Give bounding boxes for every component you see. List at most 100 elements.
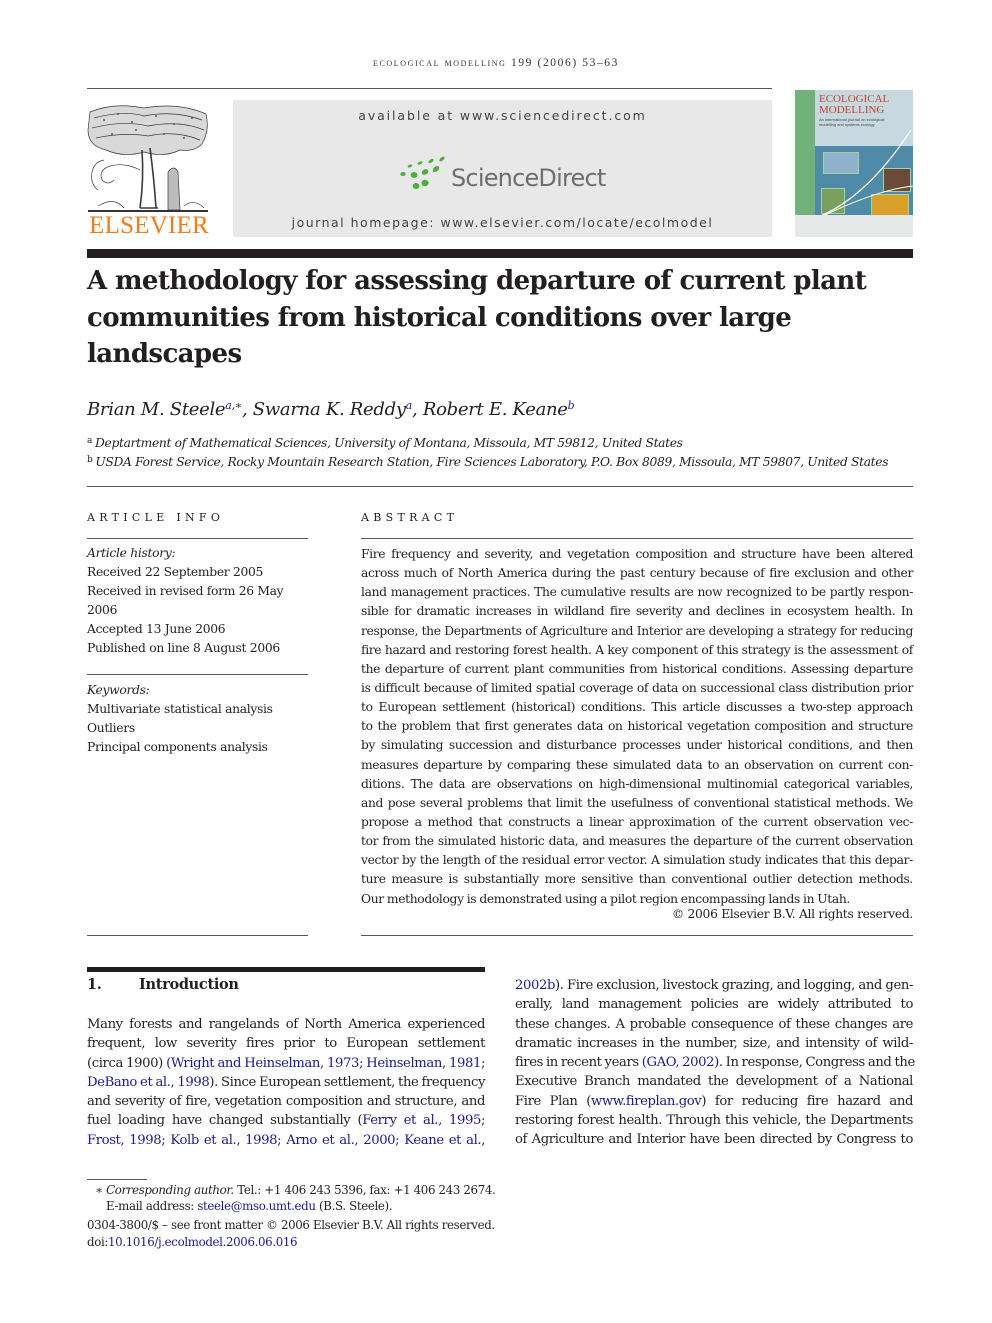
corresponding-mark[interactable]: ∗: [235, 399, 242, 412]
text-run: erally, land management policies are wid…: [515, 997, 913, 1013]
paragraph-line: Fire Plan (www.fireplan.gov) for reducin…: [515, 1092, 913, 1111]
text-run: ). Fire exclusion, livestock grazing, an…: [555, 978, 913, 993]
article-info-heading: ARTICLE INFO: [87, 511, 225, 524]
paragraph-line: (circa 1900) (Wright and Heinselman, 197…: [87, 1054, 485, 1073]
paragraph-line: of Agriculture and Interior have been di…: [515, 1130, 913, 1149]
text-run: these changes. A probable consequence of…: [515, 1016, 913, 1032]
text-run: . In response, Congress and the: [718, 1055, 915, 1070]
text-run: ). Since European settlement, the freque…: [209, 1074, 486, 1090]
text-run: fires in recent years: [515, 1055, 642, 1070]
abstract-line: to European settlement (historical) cond…: [361, 700, 913, 715]
text-run: Many forests and rangelands of North Ame…: [87, 1017, 485, 1032]
author-name[interactable]: Robert E. Keane: [423, 399, 568, 420]
cover-footer: [795, 215, 913, 237]
abstract-line: is difficult because of limited spatial …: [361, 680, 913, 695]
email-link[interactable]: steele@mso.umt.edu: [197, 1199, 316, 1213]
history-item: Received 22 September 2005: [87, 565, 264, 579]
text-run: Executive Branch mandated the developmen…: [515, 1074, 913, 1090]
article-history-label: Article history:: [87, 546, 176, 560]
paragraph-line: dramatic increases in the number, size, …: [515, 1034, 913, 1053]
citation-link[interactable]: www.fireplan.gov: [591, 1094, 702, 1109]
abstract-line: Fire frequency and severity, and vegetat…: [361, 547, 913, 561]
section-title: Introduction: [139, 976, 239, 993]
abstract-line: and pose several problems that limit the…: [361, 795, 913, 810]
citation-link[interactable]: Frost, 1998; Kolb et al., 1998; Arno et …: [87, 1133, 485, 1148]
history-item: Received in revised form 26 May: [87, 584, 284, 598]
author-list: Brian M. Steelea,∗, Swarna K. Reddya, Ro…: [87, 399, 575, 420]
text-run: of Agriculture and Interior have been di…: [515, 1132, 913, 1147]
keyword: Principal components analysis: [87, 740, 268, 754]
affiliation-mark[interactable]: a,: [225, 399, 235, 412]
history-item: 2006: [87, 603, 118, 617]
keyword: Multivariate statistical analysis: [87, 702, 273, 716]
keywords-label: Keywords:: [87, 683, 150, 697]
journal-cover-image: ECOLOGICAL MODELLING An international jo…: [795, 90, 913, 237]
abstract-line: response, the Departments of Agriculture…: [361, 623, 913, 638]
abstract-heading: ABSTRACT: [361, 511, 459, 524]
abstract-line: ditions. The data are observations on hi…: [361, 776, 913, 791]
article-title: A methodology for assessing departure of…: [87, 266, 867, 369]
affiliation-mark[interactable]: b: [568, 399, 575, 412]
paragraph-line: fires in recent years (GAO, 2002). In re…: [515, 1053, 915, 1072]
citation-link[interactable]: Ferry et al., 1995;: [362, 1113, 485, 1128]
doi-link[interactable]: 10.1016/j.ecolmodel.2006.06.016: [108, 1235, 298, 1249]
cover-title: ECOLOGICAL MODELLING: [819, 93, 890, 116]
abstract-line: sible for dramatic increases in wildland…: [361, 604, 913, 619]
paragraph-line: 2002b). Fire exclusion, livestock grazin…: [515, 976, 913, 995]
sciencedirect-wordmark: ScienceDirect: [451, 164, 606, 192]
cover-curves: [815, 130, 913, 220]
paragraph-line: DeBano et al., 1998). Since European set…: [87, 1073, 485, 1092]
elsevier-wordmark: ELSEVIER: [89, 212, 209, 239]
abstract-bottom-rule: [361, 935, 913, 936]
abstract-line: tor from the simulated historic data, an…: [361, 834, 913, 849]
text-run: frequent, low severity fires prior to Eu…: [87, 1036, 485, 1052]
text-run: (circa 1900): [87, 1055, 167, 1071]
abstract-line: fire hazard and restoring forest health.…: [361, 642, 913, 657]
keyword: Outliers: [87, 721, 135, 735]
cover-subtitle: An international journal on ecological m…: [819, 117, 885, 127]
keywords-rule: [87, 674, 308, 675]
abstract-line: vector by the length of the residual err…: [361, 853, 913, 868]
article-info-rule: [87, 538, 308, 539]
paragraph-line: and severity of fire, vegetation composi…: [87, 1092, 485, 1111]
abstract-copyright: © 2006 Elsevier B.V. All rights reserved…: [671, 907, 913, 921]
available-at-link[interactable]: available at www.sciencedirect.com: [233, 108, 772, 123]
section-number: 1.: [87, 976, 102, 993]
intro-left-column: Many forests and rangelands of North Ame…: [87, 1015, 485, 1150]
author-name[interactable]: Swarna K. Reddy: [253, 399, 406, 420]
abstract-line: land management practices. The cumulativ…: [361, 585, 913, 600]
text-run: restoring forest health. Through this ve…: [515, 1112, 913, 1128]
corresponding-author-footnote: ∗ Corresponding author. Tel.: +1 406 243…: [95, 1183, 496, 1197]
journal-homepage-link[interactable]: journal homepage: www.elsevier.com/locat…: [233, 215, 772, 230]
abstract-line: ture measure is substantially more sensi…: [361, 872, 913, 887]
text-run: ) for reducing fire hazard and: [701, 1093, 913, 1109]
citation-link[interactable]: (GAO, 2002): [642, 1055, 720, 1070]
abstract-line: the departure of current plant communiti…: [361, 661, 913, 676]
text-run: Fire Plan (: [515, 1093, 592, 1109]
paragraph-line: Frost, 1998; Kolb et al., 1998; Arno et …: [87, 1131, 485, 1150]
abstract-line: by simulating succession and disturbance…: [361, 738, 913, 753]
footnote-rule: [87, 1179, 147, 1180]
author-name[interactable]: Brian M. Steele: [87, 399, 226, 420]
text-run: dramatic increases in the number, size, …: [515, 1035, 913, 1051]
paragraph-line: Many forests and rangelands of North Ame…: [87, 1015, 485, 1034]
header-rule: [87, 88, 772, 89]
abstract-line: Our methodology is demonstrated using a …: [361, 891, 850, 906]
abstract-line: across much of North America during the …: [361, 566, 913, 581]
abstract-line: propose a method that constructs a linea…: [361, 814, 913, 829]
intro-right-column: 2002b). Fire exclusion, livestock grazin…: [515, 976, 915, 1149]
doi-line: doi:10.1016/j.ecolmodel.2006.06.016: [87, 1235, 298, 1249]
abstract-line: to the problem that first generates data…: [361, 719, 913, 734]
citation-link[interactable]: DeBano et al., 1998: [87, 1075, 210, 1090]
header-thick-rule: [87, 249, 913, 258]
citation-link[interactable]: 2002b: [515, 978, 555, 993]
article-info-bottom-rule: [87, 935, 308, 936]
front-matter-line: 0304-3800/$ – see front matter © 2006 El…: [87, 1218, 495, 1232]
history-item: Accepted 13 June 2006: [87, 622, 226, 636]
paragraph-line: erally, land management policies are wid…: [515, 995, 913, 1014]
paragraph-line: frequent, low severity fires prior to Eu…: [87, 1034, 485, 1053]
abstract-body: Fire frequency and severity, and vegetat…: [361, 545, 913, 909]
history-item: Published on line 8 August 2006: [87, 641, 280, 655]
email-footnote: E-mail address: steele@mso.umt.edu (B.S.…: [106, 1199, 393, 1213]
citation-link[interactable]: (Wright and Heinselman, 1973; Heinselman…: [166, 1056, 485, 1071]
